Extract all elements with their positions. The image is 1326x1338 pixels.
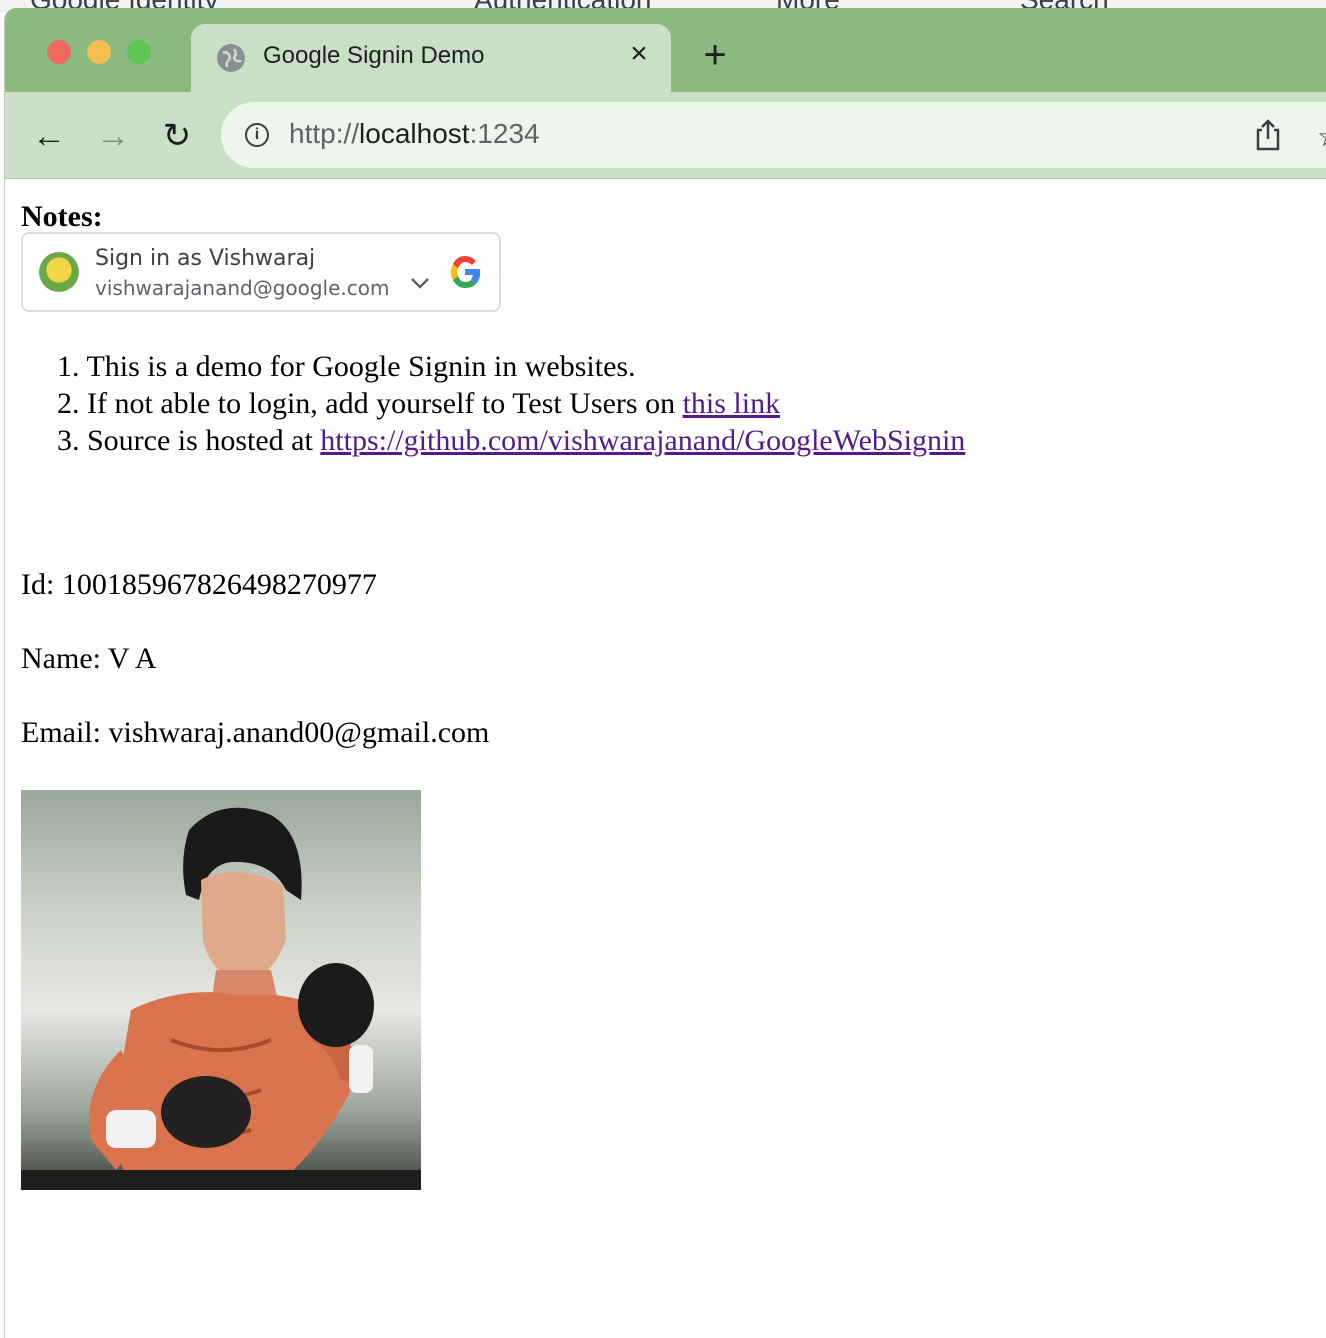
github-source-link[interactable]: https://github.com/vishwarajanand/Google… <box>320 424 965 457</box>
new-tab-button[interactable]: + <box>697 35 733 75</box>
user-email: Email: vishwaraj.anand00@gmail.com <box>21 716 490 749</box>
test-users-link[interactable]: this link <box>683 387 781 420</box>
list-number: 1. <box>57 350 80 383</box>
url-scheme: http:// <box>289 118 360 149</box>
tab-title: Google Signin Demo <box>263 42 485 69</box>
note-text: This is a demo for Google Signin in webs… <box>86 350 636 383</box>
globe-icon <box>217 44 245 72</box>
url-text[interactable]: http://localhost:1234 <box>289 118 540 150</box>
google-g-logo-icon <box>445 252 485 292</box>
signin-email: vishwarajanand@google.com <box>95 276 390 300</box>
profile-photo <box>21 790 421 1190</box>
notes-heading: Notes: <box>21 200 103 233</box>
signin-title: Sign in as Vishwaraj <box>95 246 316 271</box>
minimize-window-button[interactable] <box>87 40 111 64</box>
user-id: Id: 100185967826498270977 <box>21 568 377 601</box>
tab-strip: Google Signin Demo × + <box>5 8 1326 92</box>
close-window-button[interactable] <box>47 40 71 64</box>
browser-window: Google Signin Demo × + ← → ↻ i http://lo… <box>4 8 1326 1338</box>
notes-list: 1. This is a demo for Google Signin in w… <box>57 348 965 459</box>
google-signin-button[interactable]: Sign in as Vishwaraj vishwarajanand@goog… <box>21 232 501 312</box>
close-tab-icon[interactable]: × <box>623 38 655 70</box>
avatar <box>39 252 79 292</box>
list-item: 1. This is a demo for Google Signin in w… <box>57 348 965 385</box>
back-button[interactable]: ← <box>29 116 69 156</box>
address-bar[interactable]: i http://localhost:1234 ☆ <box>221 102 1326 168</box>
chevron-down-icon[interactable] <box>409 274 431 295</box>
url-port: :1234 <box>469 118 540 149</box>
browser-toolbar: ← → ↻ i http://localhost:1234 ☆ <box>5 92 1326 179</box>
share-icon[interactable] <box>1253 118 1283 152</box>
user-name: Name: V A <box>21 642 157 675</box>
list-number: 2. <box>57 387 80 420</box>
tab-google-signin-demo[interactable]: Google Signin Demo × <box>191 24 671 92</box>
forward-button[interactable]: → <box>93 116 133 156</box>
list-item: 3. Source is hosted at https://github.co… <box>57 422 965 459</box>
zoom-window-button[interactable] <box>127 40 151 64</box>
url-host: localhost <box>359 118 470 149</box>
reload-button[interactable]: ↻ <box>157 116 197 156</box>
list-number: 3. <box>57 424 80 457</box>
note-text: If not able to login, add yourself to Te… <box>87 387 683 420</box>
list-item: 2. If not able to login, add yourself to… <box>57 385 965 422</box>
site-info-icon[interactable]: i <box>245 123 269 147</box>
note-text: Source is hosted at <box>87 424 321 457</box>
bookmark-star-icon[interactable]: ☆ <box>1317 120 1326 153</box>
